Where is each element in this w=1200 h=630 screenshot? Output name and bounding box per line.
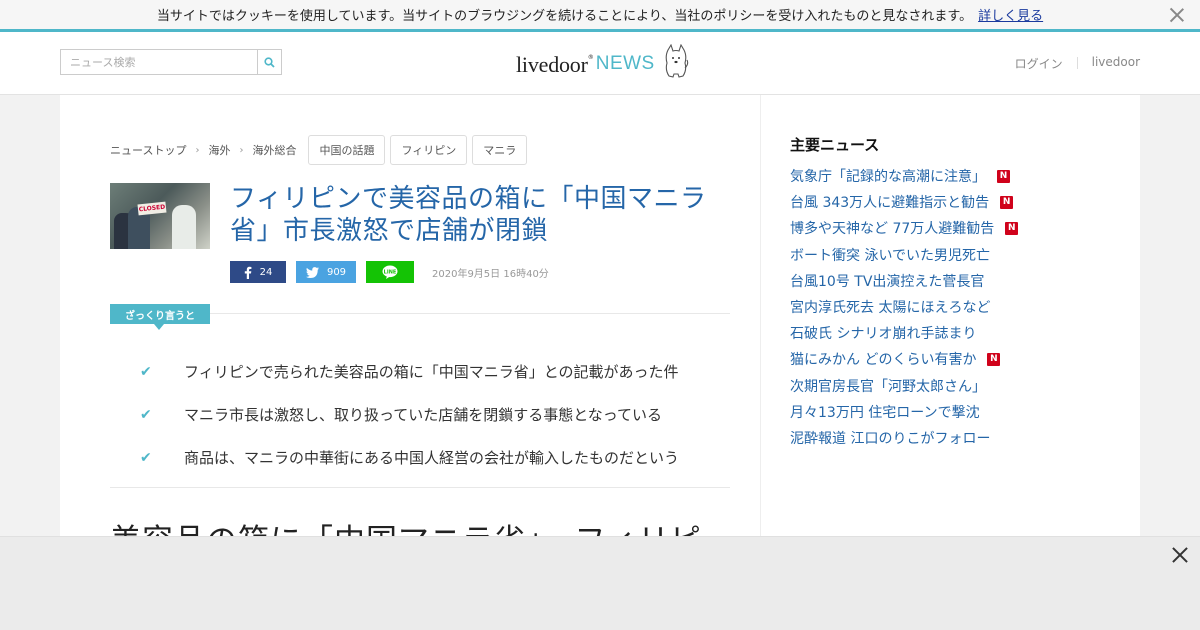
facebook-share-count: 24 [259,266,273,278]
ad-overlay [0,536,1200,630]
facebook-share-button[interactable]: 24 [230,261,286,283]
top-news-item-title: 泥酔報道 江口のりこがフォロー [790,430,991,447]
close-icon[interactable] [1170,545,1190,565]
top-news-item[interactable]: 博多や天神など 77万人避難勧告 N [790,215,1019,241]
new-badge: N [987,352,1001,366]
news-search [60,49,282,75]
summary-label: ざっくり言うと [110,304,210,330]
chevron-right-icon: › [195,144,200,156]
article-panel: ニューストップ › 海外 › 海外総合 中国の話題 フィリピン マニラ CLOS… [60,95,760,536]
chevron-right-icon: › [239,144,244,156]
svg-text:LINE: LINE [384,269,397,275]
site-header: livedoor ® NEWS ログイン livedoor [0,32,1200,95]
twitter-share-count: 909 [326,266,347,278]
top-news-item[interactable]: 猫にみかん どのくらい有害か N [790,346,1018,372]
sidebar: 主要ニュース 気象庁「記録的な高潮に注意」 N 台風 343万人に避難指示と勧告 N… [760,95,1140,536]
tag-manila[interactable]: マニラ [472,135,528,165]
summary-point: ✔ 商品は、マニラの中華街にある中国人経営の会社が輸入したものだという [140,436,740,479]
top-news-item[interactable]: 泥酔報道 江口のりこがフォロー [790,425,1018,451]
top-news-item[interactable]: 石破氏 シナリオ崩れ手誌まり [790,320,1018,346]
breadcrumb: ニューストップ › 海外 › 海外総合 中国の話題 フィリピン マニラ [110,135,532,165]
summary-point-text: マニラ市長は激怒し、取り扱っていた店舗を閉鎖する事態となっている [184,406,663,424]
top-news-item-title: 博多や天神など 77万人避難勧告 [790,221,995,238]
summary-point: ✔ フィリピンで売られた美容品の箱に「中国マニラ省」との記載があった件 [140,350,740,393]
top-news-item-title: 猫にみかん どのくらい有害か [790,352,977,369]
cookie-banner: 当サイトではクッキーを使用しています。当サイトのブラウジングを続けることにより、… [0,0,1200,32]
dog-mascot-icon [665,44,688,78]
livedoor-news-logo[interactable]: livedoor ® NEWS [516,42,689,80]
search-button[interactable] [257,50,281,74]
thumbnail-closed-sign: CLOSED [137,201,167,216]
header-divider [1076,57,1078,69]
checkmark-icon: ✔ [140,449,152,466]
cookie-banner-text: 当サイトではクッキーを使用しています。当サイトのブラウジングを続けることにより、… [156,9,973,24]
facebook-icon [244,266,252,279]
top-news-item[interactable]: 月々13万円 住宅ローンで撃沈 [790,399,1018,425]
top-news-item[interactable]: 台風10号 TV出演控えた菅長官 [790,268,1018,294]
line-icon: LINE [382,265,398,279]
summary-point-text: フィリピンで売られた美容品の箱に「中国マニラ省」との記載があった件 [184,363,679,381]
summary-points: ✔ フィリピンで売られた美容品の箱に「中国マニラ省」との記載があった件 ✔ マニ… [140,350,740,479]
search-input[interactable] [61,50,257,74]
top-news-item[interactable]: 気象庁「記録的な高潮に注意」 N [790,163,1018,189]
top-news-item[interactable]: 次期官房長官「河野太郎さん」 [790,373,1018,399]
topic-tags: 中国の話題 フィリピン マニラ [308,135,532,165]
logo-livedoor-text: livedoor [516,52,588,77]
logo-news-text: NEWS [595,53,655,74]
publish-date: 2020年9月5日 16時40分 [432,268,549,280]
new-badge: N [1000,195,1014,209]
top-news-heading: 主要ニュース [790,136,880,154]
tag-philippines[interactable]: フィリピン [390,135,468,165]
article-title: フィリピンで美容品の箱に「中国マニラ省」市長激怒で店舗が閉鎖 [230,184,707,246]
cookie-details-link[interactable]: 詳しく見る [978,5,1043,24]
line-share-button[interactable]: LINE [366,261,414,283]
share-row: 24 909 LINE 2020年9月5日 16時40分 [230,261,549,283]
top-news-item-title: 月々13万円 住宅ローンで撃沈 [790,404,980,421]
top-news-item-title: ボート衝突 泳いでいた男児死亡 [790,247,991,264]
login-link[interactable]: ログイン [1015,55,1063,72]
cookie-close-icon[interactable] [1168,6,1186,24]
summary-point-text: 商品は、マニラの中華街にある中国人経営の会社が輸入したものだという [184,449,680,467]
new-badge: N [997,169,1010,183]
top-news-item[interactable]: 宮内淳氏死去 太陽にほえろなど [790,294,1018,320]
twitter-share-button[interactable]: 909 [296,261,356,283]
top-news-item-title: 石破氏 シナリオ崩れ手誌まり [790,326,977,343]
twitter-bird-icon [305,266,319,278]
tag-china-topics[interactable]: 中国の話題 [308,135,386,165]
top-news-item-title: 宮内淳氏死去 太陽にほえろなど [790,300,991,317]
livedoor-link[interactable]: livedoor [1092,55,1140,72]
checkmark-icon: ✔ [140,363,152,380]
search-icon [264,56,275,68]
top-news-item[interactable]: ボート衝突 泳いでいた男児死亡 [790,242,1018,268]
summary-divider [210,313,730,314]
top-news-item-title: 台風10号 TV出演控えた菅長官 [790,273,985,290]
new-badge: N [1005,221,1019,235]
top-news-item[interactable]: 台風 343万人に避難指示と勧告 N [790,189,1018,215]
article-body-heading: 美容品の箱に「中国マニラ省」 フィリピ [110,515,702,536]
logo-registered-mark: ® [587,54,594,61]
top-news-item-title: 台風 343万人に避難指示と勧告 [790,195,990,212]
top-news-item-title: 次期官房長官「河野太郎さん」 [790,378,986,395]
breadcrumb-news-top[interactable]: ニューストップ [110,142,186,158]
top-news-list: 気象庁「記録的な高潮に注意」 N 台風 343万人に避難指示と勧告 N 博多や天神な… [790,163,1019,451]
top-news-item-title: 気象庁「記録的な高潮に注意」 [790,169,986,186]
breadcrumb-overseas-general[interactable]: 海外総合 [252,142,296,158]
breadcrumb-overseas[interactable]: 海外 [208,142,230,158]
summary-point: ✔ マニラ市長は激怒し、取り扱っていた店舗を閉鎖する事態となっている [140,393,740,436]
header-links: ログイン livedoor [1015,55,1140,72]
article-thumbnail[interactable]: CLOSED [110,183,210,249]
summary-bottom-divider [110,487,730,488]
thumbnail-figure [172,205,196,249]
checkmark-icon: ✔ [140,406,152,423]
